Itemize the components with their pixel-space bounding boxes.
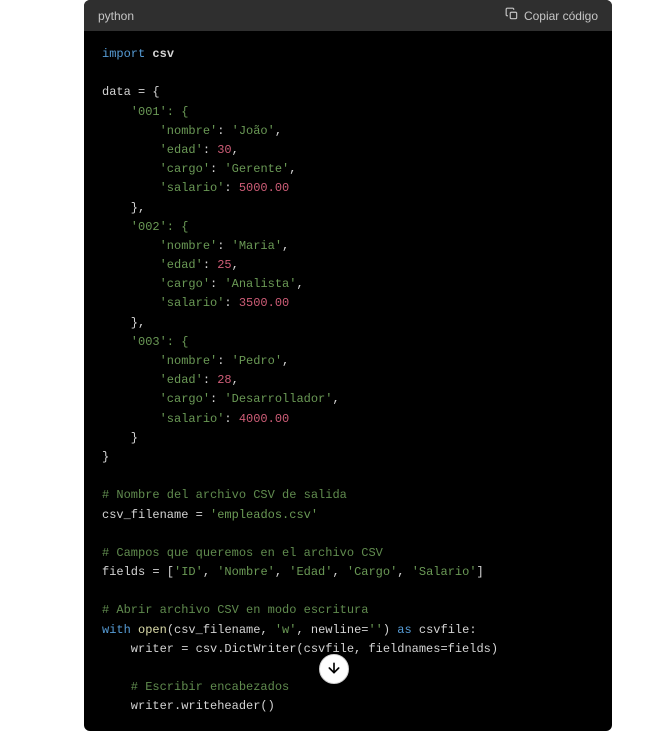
code-block: python Copiar código import csv data = {… xyxy=(84,0,612,731)
arrow-down-icon xyxy=(326,660,342,679)
language-label: python xyxy=(98,9,134,23)
copy-label: Copiar código xyxy=(524,9,598,23)
code-body[interactable]: import csv data = { '001': { 'nombre': '… xyxy=(84,31,612,731)
code-header: python Copiar código xyxy=(84,0,612,31)
code-content: import csv data = { '001': { 'nombre': '… xyxy=(102,45,594,717)
copy-code-button[interactable]: Copiar código xyxy=(505,7,598,24)
scroll-down-button[interactable] xyxy=(319,654,349,684)
copy-icon xyxy=(505,7,519,24)
